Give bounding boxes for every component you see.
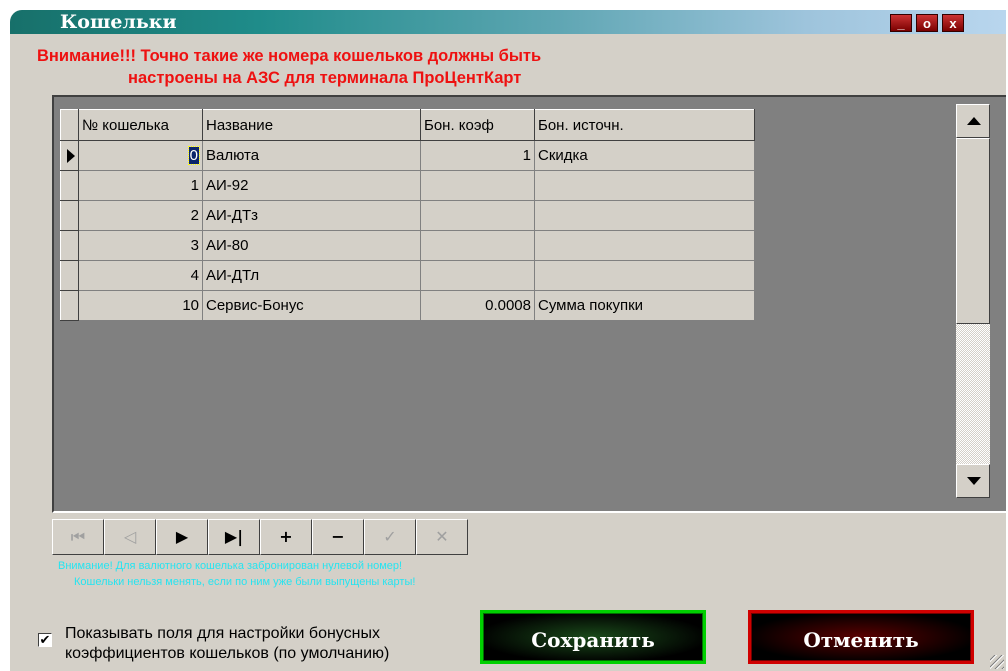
column-header-name[interactable]: Название: [202, 109, 421, 141]
resize-grip[interactable]: [990, 655, 1004, 669]
cancel-button[interactable]: Отменить: [748, 610, 974, 664]
row-indicator[interactable]: [60, 140, 79, 171]
cell-coef[interactable]: [420, 170, 535, 201]
cell-coef[interactable]: 1: [420, 140, 535, 171]
table-row[interactable]: 0 Валюта 1 Скидка: [60, 140, 755, 171]
nav-post-button[interactable]: ✓: [364, 519, 416, 555]
title-bar[interactable]: Кошельки _ o x: [10, 10, 1006, 34]
cell-source[interactable]: Скидка: [534, 140, 755, 171]
cell-coef[interactable]: [420, 200, 535, 231]
cell-source[interactable]: [534, 170, 755, 201]
cell-name[interactable]: АИ-92: [202, 170, 421, 201]
cell-name[interactable]: АИ-80: [202, 230, 421, 261]
save-button[interactable]: Сохранить: [480, 610, 706, 664]
current-row-arrow-icon: [67, 149, 75, 163]
scroll-down-button[interactable]: [956, 464, 990, 498]
row-indicator[interactable]: [60, 260, 79, 291]
cell-number[interactable]: 10: [78, 290, 203, 321]
maximize-button[interactable]: o: [916, 14, 938, 32]
checkbox-label-line-2: коэффициентов кошельков (по умолчанию): [65, 645, 390, 662]
checkbox-label-line-1: Показывать поля для настройки бонусных: [65, 625, 380, 642]
selected-cell-value: 0: [187, 146, 201, 165]
cell-name[interactable]: Сервис-Бонус: [202, 290, 421, 321]
note-line-2: Кошельки нельзя менять, если по ним уже …: [74, 576, 416, 588]
arrow-up-icon: [967, 117, 981, 125]
db-navigator: ⏮ ◁ ▶ ▶| + − ✓ ✕: [52, 519, 468, 555]
row-indicator[interactable]: [60, 170, 79, 201]
arrow-down-icon: [967, 477, 981, 485]
nav-last-button[interactable]: ▶|: [208, 519, 260, 555]
wallets-window: Кошельки _ o x Внимание!!! Точно такие ж…: [10, 10, 1006, 671]
close-button[interactable]: x: [942, 14, 964, 32]
cell-coef[interactable]: [420, 260, 535, 291]
cell-number[interactable]: 2: [78, 200, 203, 231]
nav-delete-button[interactable]: −: [312, 519, 364, 555]
column-header-source[interactable]: Бон. источн.: [534, 109, 755, 141]
row-indicator[interactable]: [60, 230, 79, 261]
nav-insert-button[interactable]: +: [260, 519, 312, 555]
column-header-number[interactable]: № кошелька: [78, 109, 203, 141]
cell-coef[interactable]: 0.0008: [420, 290, 535, 321]
vertical-scrollbar[interactable]: [956, 104, 990, 498]
table-header-row: № кошелька Название Бон. коэф Бон. источ…: [60, 109, 755, 141]
cell-number[interactable]: 1: [78, 170, 203, 201]
row-indicator[interactable]: [60, 200, 79, 231]
wallets-grid[interactable]: № кошелька Название Бон. коэф Бон. источ…: [52, 95, 1006, 513]
bonus-fields-checkbox-label[interactable]: Показывать поля для настройки бонусных к…: [65, 624, 389, 664]
minimize-button[interactable]: _: [890, 14, 912, 32]
indicator-header: [60, 109, 79, 141]
bonus-fields-checkbox[interactable]: ✔: [38, 633, 52, 647]
row-indicator[interactable]: [60, 290, 79, 321]
warning-line-1: Внимание!!! Точно такие же номера кошель…: [37, 47, 542, 65]
cell-number[interactable]: 3: [78, 230, 203, 261]
cell-number[interactable]: 4: [78, 260, 203, 291]
scroll-thumb[interactable]: [956, 138, 990, 324]
cell-source[interactable]: [534, 230, 755, 261]
nav-prior-button[interactable]: ◁: [104, 519, 156, 555]
scroll-up-button[interactable]: [956, 104, 990, 138]
wallets-table: № кошелька Название Бон. коэф Бон. источ…: [60, 109, 755, 321]
cell-source[interactable]: Сумма покупки: [534, 290, 755, 321]
cell-source[interactable]: [534, 200, 755, 231]
table-row[interactable]: 1 АИ-92: [60, 170, 755, 201]
table-row[interactable]: 2 АИ-ДТз: [60, 200, 755, 231]
table-row[interactable]: 10 Сервис-Бонус 0.0008 Сумма покупки: [60, 290, 755, 321]
note-line-1: Внимание! Для валютного кошелька заброни…: [58, 560, 403, 572]
cell-name[interactable]: Валюта: [202, 140, 421, 171]
cell-source[interactable]: [534, 260, 755, 291]
warning-line-2: настроены на АЗС для терминала ПроЦентКа…: [128, 69, 522, 87]
column-header-coef[interactable]: Бон. коэф: [420, 109, 535, 141]
nav-next-button[interactable]: ▶: [156, 519, 208, 555]
cell-number[interactable]: 0: [78, 140, 203, 171]
table-row[interactable]: 3 АИ-80: [60, 230, 755, 261]
cell-coef[interactable]: [420, 230, 535, 261]
table-row[interactable]: 4 АИ-ДТл: [60, 260, 755, 291]
cell-name[interactable]: АИ-ДТз: [202, 200, 421, 231]
window-title: Кошельки: [60, 11, 177, 33]
cell-name[interactable]: АИ-ДТл: [202, 260, 421, 291]
nav-cancel-button[interactable]: ✕: [416, 519, 468, 555]
nav-first-button[interactable]: ⏮: [52, 519, 104, 555]
